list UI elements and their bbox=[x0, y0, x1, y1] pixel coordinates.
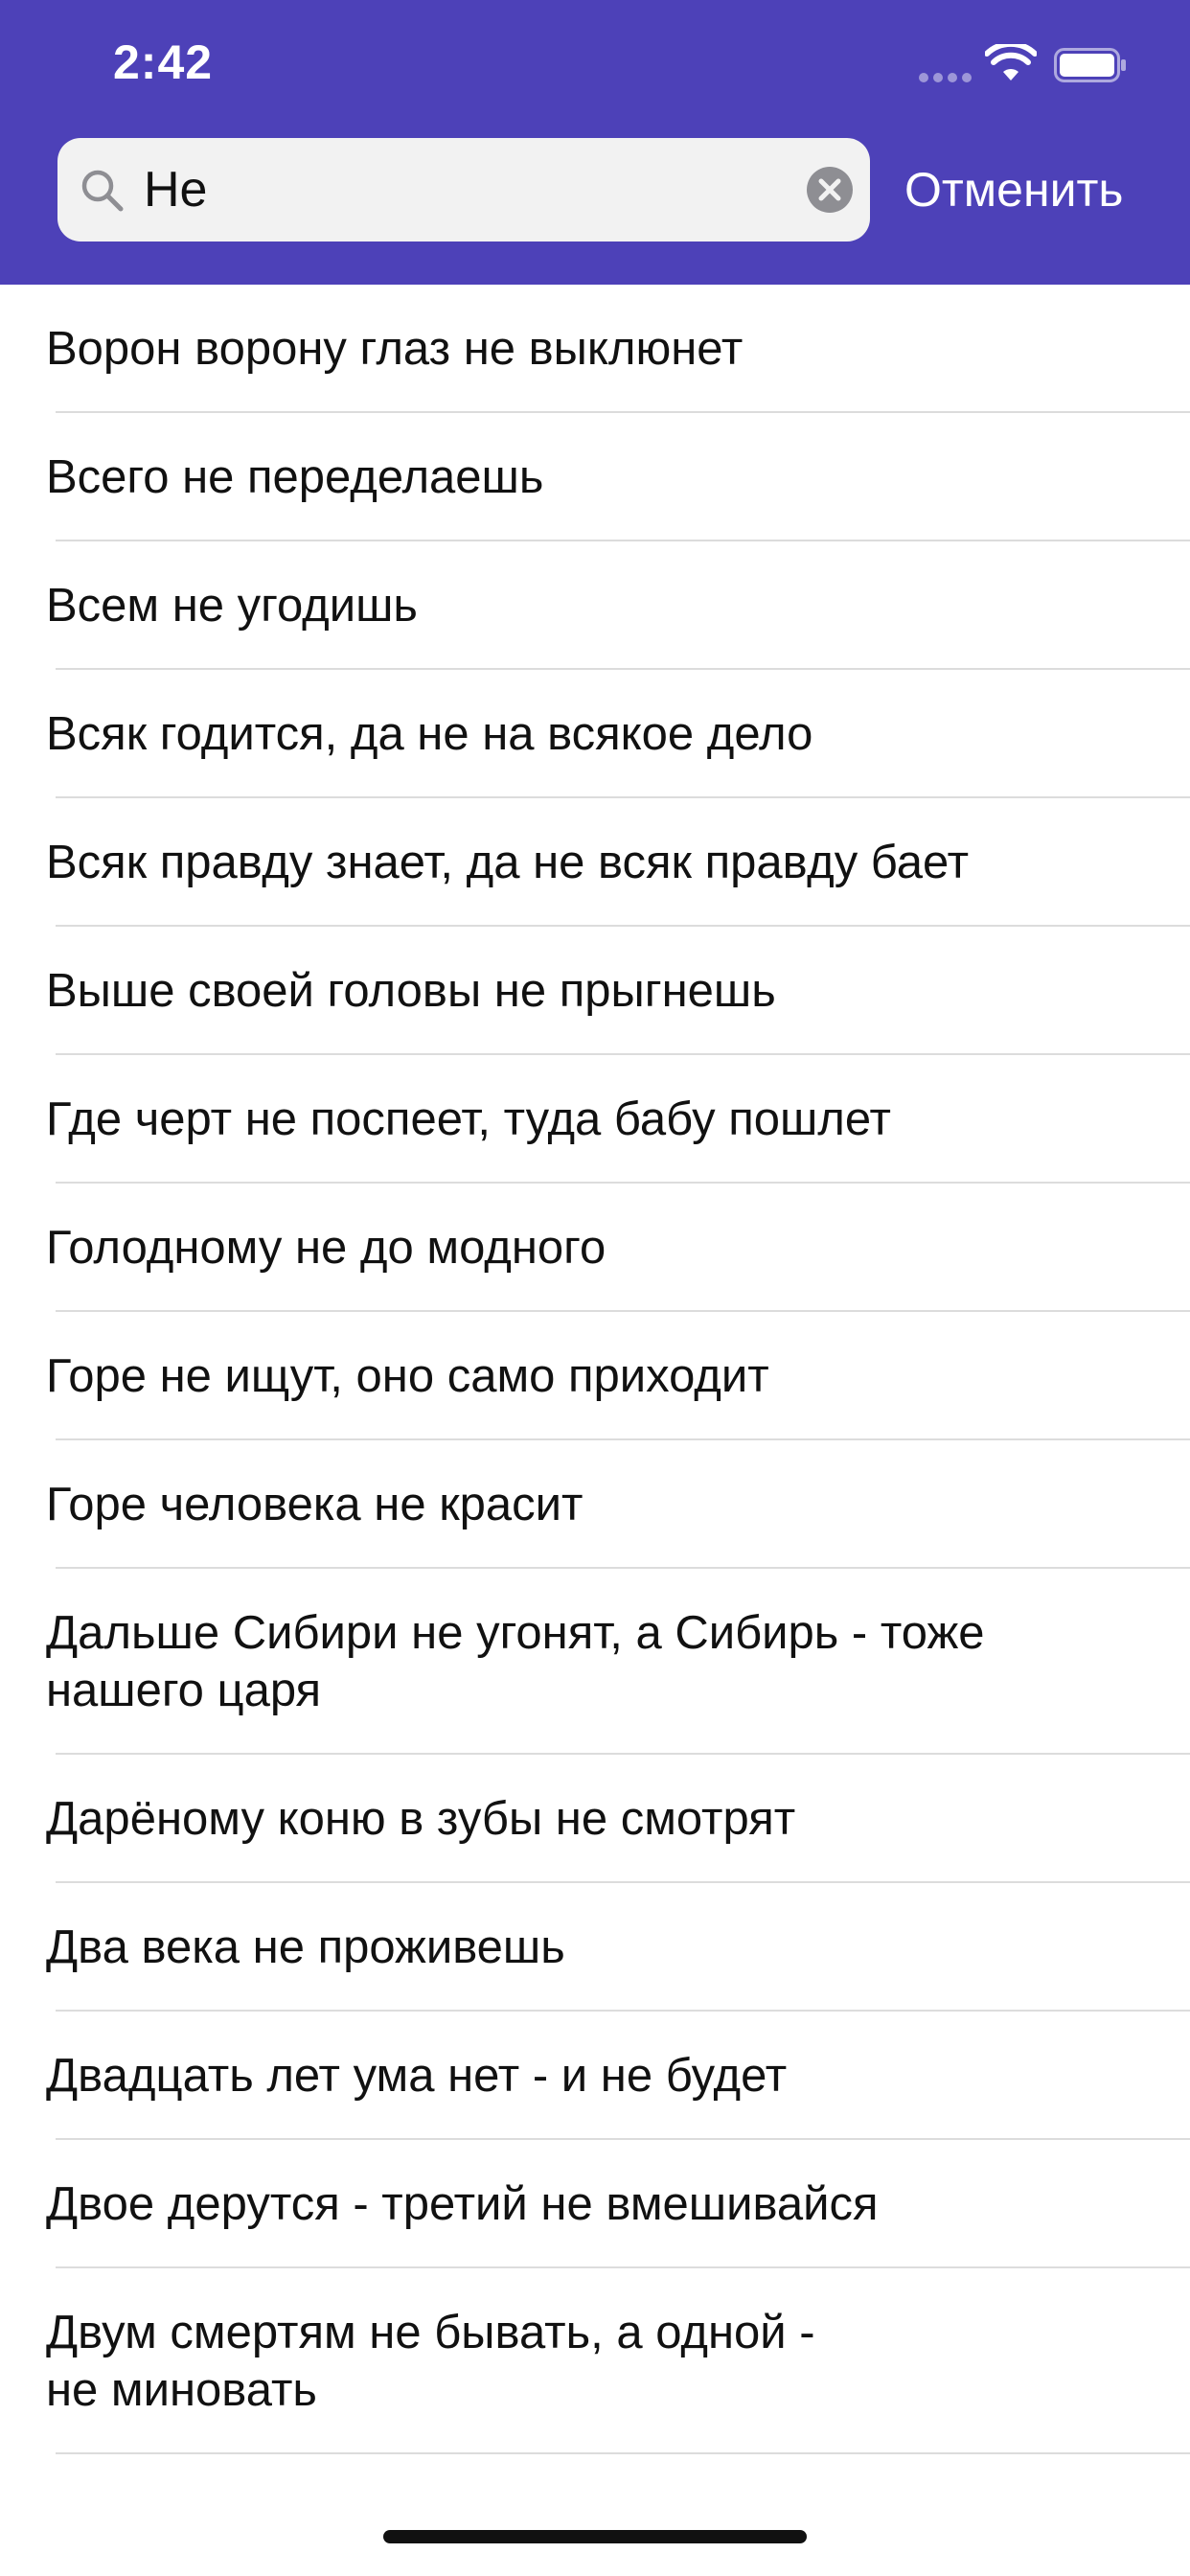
list-item-text-continued: нашего царя bbox=[46, 1665, 322, 1716]
list-item-text: Всем не угодишь bbox=[46, 580, 418, 632]
battery-icon bbox=[1054, 48, 1126, 82]
list-item[interactable]: Два века не проживешь bbox=[0, 1883, 1190, 2012]
navigation-header: 2:42 Отменить bbox=[0, 0, 1190, 285]
list-item-text: Всяк правду знает, да не всяк правду бае… bbox=[46, 837, 970, 888]
list-item-text: Двум смертям не бывать, а одной - bbox=[46, 2307, 815, 2358]
search-input[interactable] bbox=[144, 155, 757, 224]
list-item-text: Дарёному коню в зубы не смотрят bbox=[46, 1793, 796, 1845]
list-item[interactable]: Всем не угодишь bbox=[0, 541, 1190, 670]
clear-search-icon[interactable] bbox=[805, 165, 855, 215]
list-item-text: Двадцать лет ума нет - и не будет bbox=[46, 2050, 788, 2102]
status-time: 2:42 bbox=[113, 35, 214, 89]
list-item-text: Всяк годится, да не на всякое дело bbox=[46, 708, 813, 760]
list-item-text: Голодному не до модного bbox=[46, 1222, 606, 1274]
list-item[interactable]: Дальше Сибири не угонят, а Сибирь - тоже… bbox=[0, 1569, 1190, 1755]
cellular-signal-icon bbox=[919, 73, 974, 82]
list-item[interactable]: Горе человека не красит bbox=[0, 1440, 1190, 1569]
list-item-text: Где черт не поспеет, туда бабу пошлет bbox=[46, 1093, 891, 1145]
wifi-icon bbox=[985, 44, 1037, 80]
list-item-text: Выше своей головы не прыгнешь bbox=[46, 965, 776, 1017]
cancel-button[interactable]: Отменить bbox=[904, 157, 1123, 222]
list-item[interactable]: Где черт не поспеет, туда бабу пошлет bbox=[0, 1055, 1190, 1184]
list-item[interactable]: Голодному не до модного bbox=[0, 1184, 1190, 1312]
list-item[interactable]: Выше своей головы не прыгнешь bbox=[0, 927, 1190, 1055]
list-item-text: Горе не ищут, оно само приходит bbox=[46, 1350, 769, 1402]
list-item[interactable]: Двум смертям не бывать, а одной - не мин… bbox=[0, 2268, 1190, 2454]
list-item-text: Ворон ворону глаз не выклюнет bbox=[46, 323, 744, 375]
status-bar: 2:42 bbox=[0, 0, 1190, 126]
list-item-text: Всего не переделаешь bbox=[46, 451, 544, 503]
list-item[interactable]: Всяк правду знает, да не всяк правду бае… bbox=[0, 798, 1190, 927]
results-list: Ворон ворону глаз не выклюнет Всего не п… bbox=[0, 285, 1190, 2454]
list-item[interactable]: Двадцать лет ума нет - и не будет bbox=[0, 2012, 1190, 2140]
list-item-text: Двое дерутся - третий не вмешивайся bbox=[46, 2178, 879, 2230]
list-item[interactable]: Дарёному коню в зубы не смотрят bbox=[0, 1755, 1190, 1883]
list-item[interactable]: Двое дерутся - третий не вмешивайся bbox=[0, 2140, 1190, 2268]
search-icon bbox=[81, 170, 124, 212]
list-item[interactable]: Горе не ищут, оно само приходит bbox=[0, 1312, 1190, 1440]
home-indicator[interactable] bbox=[383, 2530, 807, 2543]
list-item[interactable]: Ворон ворону глаз не выклюнет bbox=[0, 285, 1190, 413]
list-item[interactable]: Всяк годится, да не на всякое дело bbox=[0, 670, 1190, 798]
search-bar[interactable] bbox=[57, 138, 870, 242]
list-item-text: Два века не проживешь bbox=[46, 1921, 565, 1973]
list-item[interactable]: Всего не переделаешь bbox=[0, 413, 1190, 541]
list-item-text-continued: не миновать bbox=[46, 2364, 317, 2416]
list-item-text: Горе человека не красит bbox=[46, 1479, 584, 1530]
list-item-text: Дальше Сибири не угонят, а Сибирь - тоже bbox=[46, 1607, 985, 1659]
